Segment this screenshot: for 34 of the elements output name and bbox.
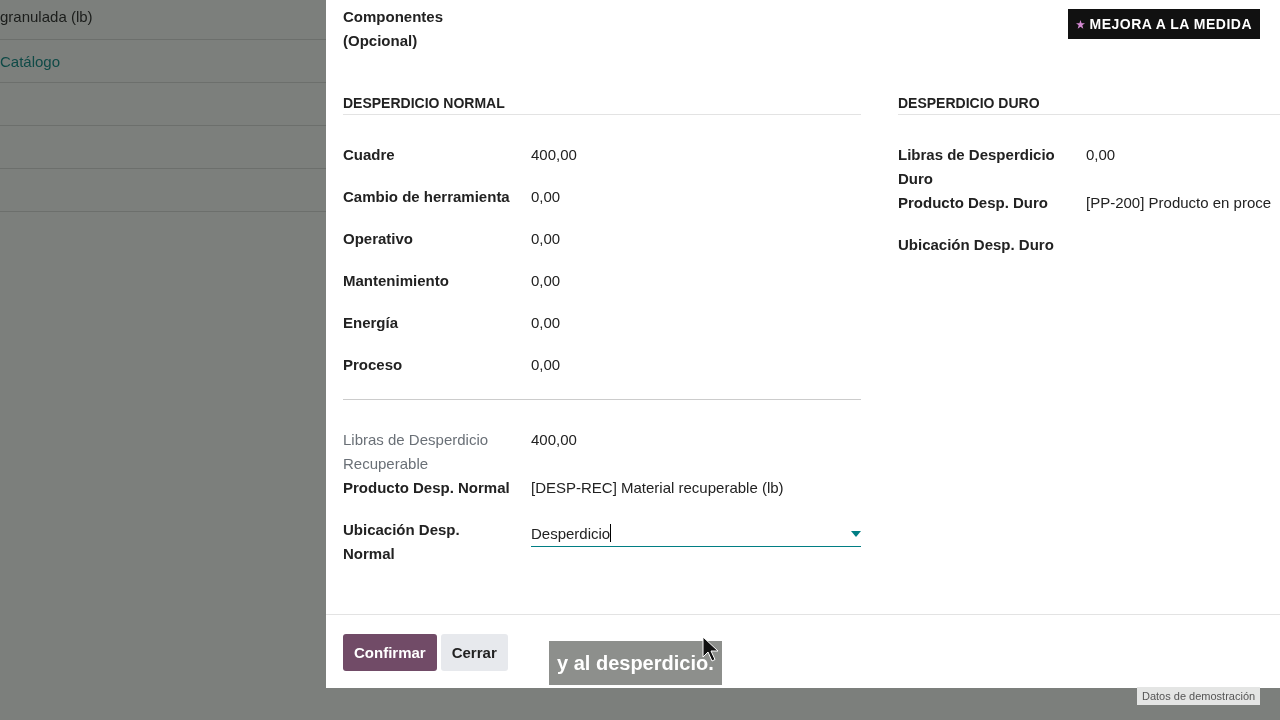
field-label: Cambio de herramienta (343, 187, 511, 207)
field-value: [PP-200] Producto en proce (1086, 193, 1272, 213)
location-select[interactable]: Desperdicio (531, 520, 861, 547)
demo-data-label: Datos de demostración (1137, 687, 1261, 705)
field-label: Ubicación Desp. Normal (343, 520, 461, 564)
field-value: 400,00 (531, 145, 577, 165)
section-title: DESPERDICIO DURO (898, 95, 1040, 111)
star-icon (1075, 20, 1085, 29)
field-label: Energía (343, 313, 400, 333)
close-button[interactable]: Cerrar (440, 634, 508, 671)
confirm-button[interactable]: Confirmar (343, 634, 437, 671)
field-label: Operativo (343, 229, 415, 249)
field-label: Cuadre (343, 145, 396, 165)
field-value: 0,00 (1086, 145, 1116, 165)
field-label: Producto Desp. Duro (898, 193, 1049, 213)
field-value: 0,00 (531, 229, 561, 249)
field-value: [DESP-REC] Material recuperable (lb) (531, 478, 784, 498)
field-value: 400,00 (531, 430, 577, 450)
list-text: granulada (lb) (0, 8, 93, 25)
promo-badge: MEJORA A LA MEDIDA (1067, 9, 1260, 39)
field-label: Mantenimiento (343, 271, 450, 291)
field-label: Libras de Desperdicio Duro (898, 145, 1056, 189)
field-value: 0,00 (531, 271, 561, 291)
field-label: Proceso (343, 355, 404, 375)
caret-icon (851, 531, 861, 537)
field-value: 0,00 (531, 355, 561, 375)
subtitle-caption: y al desperdicio. (549, 641, 722, 685)
field-label: Libras de Desperdicio Recuperable (343, 430, 490, 474)
section-title: DESPERDICIO NORMAL (343, 95, 505, 111)
field-label: Componentes (Opcional) (343, 7, 444, 51)
field-label: Producto Desp. Normal (343, 478, 511, 498)
field-label: Ubicación Desp. Duro (898, 235, 1055, 255)
field-value: 0,00 (531, 313, 561, 333)
field-value: 0,00 (531, 187, 561, 207)
